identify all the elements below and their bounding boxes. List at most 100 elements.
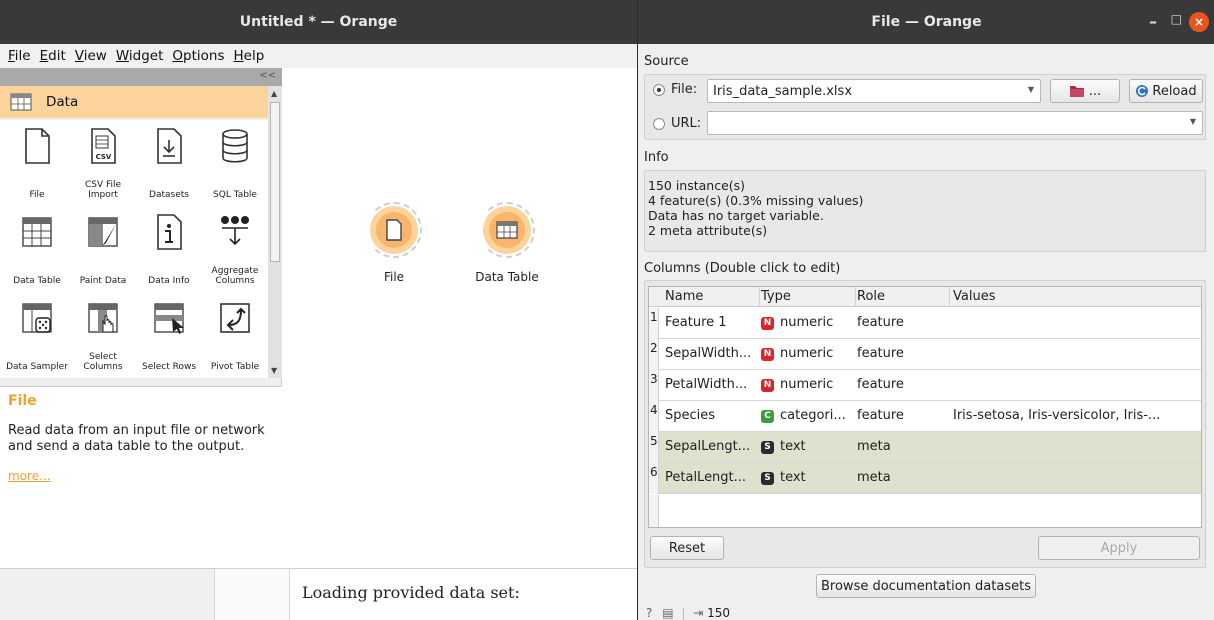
table-row[interactable]: 4 Species Ccategori... feature Iris-seto…	[649, 401, 1201, 432]
widget-grid: File CSV CSV File Import Datasets SQL Ta…	[0, 120, 268, 378]
table-row[interactable]: 3 PetalWidth... Nnumeric feature	[649, 370, 1201, 401]
paint-icon	[88, 217, 118, 247]
reload-icon	[1136, 85, 1149, 97]
node-ring	[366, 202, 422, 258]
table-header: Name Type Role Values	[649, 287, 1201, 307]
report-margin	[215, 569, 290, 620]
widget-aggregate-columns[interactable]: Aggregate Columns	[202, 206, 268, 292]
numeric-type-icon: N	[761, 317, 774, 330]
widget-pivot-table[interactable]: Pivot Table	[202, 292, 268, 378]
widget-datasets[interactable]: Datasets	[136, 120, 202, 206]
widget-file[interactable]: File	[4, 120, 70, 206]
widget-sql-table[interactable]: SQL Table	[202, 120, 268, 206]
scroll-down-arrow-icon[interactable]: ▼	[271, 366, 277, 375]
widget-toolbox: << Data File CSV CSV File Import Dataset…	[0, 68, 282, 620]
widget-select-rows[interactable]: Select Rows	[136, 292, 202, 378]
scroll-up-arrow-icon[interactable]: ▲	[271, 89, 277, 98]
columns-section-label: Columns (Double click to edit)	[644, 261, 841, 276]
chevron-down-icon: ▼	[1189, 117, 1196, 126]
table-icon	[22, 217, 52, 247]
file-window-title: File — Orange	[871, 14, 982, 30]
category-data-header[interactable]: Data	[0, 86, 268, 118]
help-more-link[interactable]: more...	[8, 469, 274, 483]
categorical-type-icon: C	[761, 410, 774, 423]
url-radio-row[interactable]: URL:	[653, 116, 701, 131]
collapse-toolbox-button[interactable]: <<	[259, 70, 276, 81]
toolbox-header-bar: <<	[0, 68, 282, 86]
menu-widget[interactable]: Widget	[116, 48, 164, 64]
table-row[interactable]: 1 Feature 1 Nnumeric feature	[649, 308, 1201, 339]
status-bar: ? ▤ | ⇥ 150	[646, 606, 731, 620]
menu-file[interactable]: File	[8, 48, 31, 64]
widget-data-sampler[interactable]: Data Sampler	[4, 292, 70, 378]
table-row[interactable]: 2 SepalWidth... Nnumeric feature	[649, 339, 1201, 370]
output-count: 150	[707, 606, 731, 620]
url-radio[interactable]	[653, 117, 665, 130]
info-icon	[157, 214, 182, 250]
header-role[interactable]: Role	[857, 289, 885, 304]
reload-button[interactable]: Reload	[1129, 79, 1203, 103]
file-path-value: Iris_data_sample.xlsx	[713, 83, 853, 99]
minimize-icon[interactable]: –	[1149, 12, 1157, 31]
file-radio-row[interactable]: File:	[653, 82, 697, 97]
widget-select-columns[interactable]: Select Columns	[70, 292, 136, 378]
node-label-file: File	[383, 270, 405, 284]
toolbox-scrollbar[interactable]: ▲ ▼	[268, 86, 282, 378]
canvas-node-file[interactable]: File	[344, 202, 444, 284]
report-icon[interactable]: ▤	[662, 606, 673, 620]
select-rows-icon	[154, 303, 184, 334]
csv-icon: CSV	[91, 128, 116, 164]
file-radio[interactable]	[653, 83, 665, 96]
database-icon	[222, 129, 248, 163]
main-window-titlebar: Untitled * — Orange	[0, 0, 637, 44]
output-icon: ⇥	[693, 606, 704, 620]
menu-edit[interactable]: Edit	[40, 48, 66, 64]
url-input[interactable]: ▼	[707, 111, 1203, 135]
report-sidebar	[0, 569, 215, 620]
chevron-down-icon: ▼	[1027, 85, 1034, 94]
help-description: Read data from an input file or network …	[8, 423, 265, 454]
svg-text:CSV: CSV	[96, 153, 112, 161]
toolbox-scrollbar-thumb[interactable]	[270, 102, 280, 262]
pivot-icon	[220, 303, 250, 333]
url-radio-label: URL:	[671, 116, 702, 131]
widget-data-table[interactable]: Data Table	[4, 206, 70, 292]
widget-data-info[interactable]: Data Info	[136, 206, 202, 292]
header-type[interactable]: Type	[761, 289, 791, 304]
browse-file-button[interactable]: ...	[1050, 79, 1120, 103]
numeric-type-icon: N	[761, 379, 774, 392]
maximize-icon[interactable]: □	[1171, 12, 1182, 26]
datasets-icon	[157, 128, 182, 164]
folder-icon	[1069, 86, 1084, 97]
menu-options[interactable]: Options	[172, 48, 224, 64]
table-row[interactable]: 5 SepalLengt... Stext meta	[649, 432, 1201, 463]
file-icon	[25, 128, 50, 164]
info-text: 150 instance(s) 4 feature(s) (0.3% missi…	[648, 178, 863, 238]
node-label-data-table: Data Table	[475, 270, 539, 284]
workflow-canvas[interactable]: File Data Table	[283, 68, 637, 568]
browse-documentation-datasets-button[interactable]: Browse documentation datasets	[816, 574, 1036, 598]
header-name[interactable]: Name	[665, 289, 703, 304]
close-icon[interactable]: ×	[1189, 12, 1209, 32]
main-window-title: Untitled * — Orange	[239, 14, 398, 30]
widget-paint-data[interactable]: Paint Data	[70, 206, 136, 292]
file-widget-window: File — Orange – □ × Source File: Iris_da…	[637, 0, 1214, 620]
columns-table[interactable]: Name Type Role Values 1 Feature 1 Nnumer…	[648, 286, 1202, 528]
widget-csv-file-import[interactable]: CSV CSV File Import	[70, 120, 136, 206]
reset-button[interactable]: Reset	[650, 536, 724, 560]
apply-button[interactable]: Apply	[1038, 536, 1200, 560]
select-columns-icon	[88, 303, 118, 333]
question-icon[interactable]: ?	[646, 606, 652, 620]
file-path-select[interactable]: Iris_data_sample.xlsx ▼	[707, 79, 1041, 103]
menubar: File Edit View Widget Options Help	[0, 44, 637, 68]
header-values[interactable]: Values	[953, 289, 995, 304]
help-title: File	[8, 393, 37, 409]
text-type-icon: S	[761, 441, 774, 454]
source-section-label: Source	[644, 54, 689, 69]
numeric-type-icon: N	[761, 348, 774, 361]
menu-view[interactable]: View	[75, 48, 107, 64]
menu-help[interactable]: Help	[234, 48, 265, 64]
table-row[interactable]: 6 PetalLengt... Stext meta	[649, 463, 1201, 494]
canvas-node-data-table[interactable]: Data Table	[457, 202, 557, 284]
file-window-titlebar: File — Orange – □ ×	[638, 0, 1214, 44]
